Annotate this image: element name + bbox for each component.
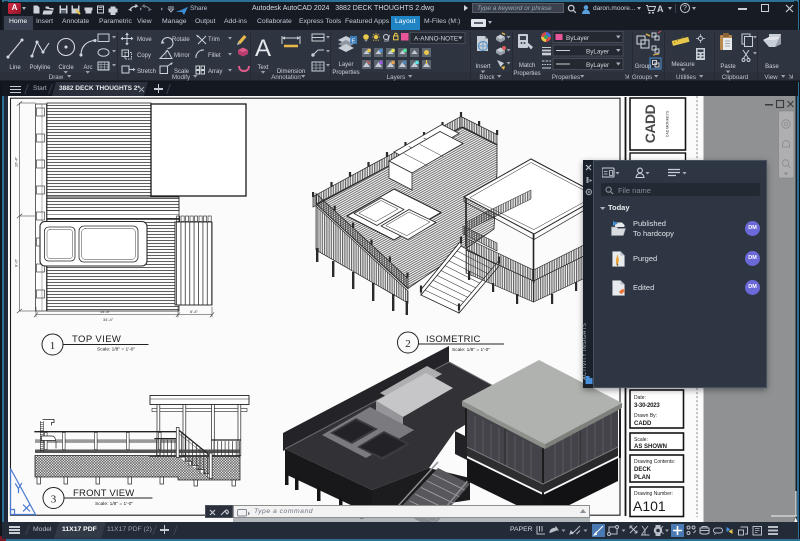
svg-text:Stretch: Stretch bbox=[137, 69, 156, 75]
svg-text:Insert: Insert bbox=[475, 64, 490, 70]
svg-text:Layer: Layer bbox=[338, 62, 353, 68]
svg-text:34'-4": 34'-4" bbox=[103, 317, 114, 322]
svg-text:Utilities: Utilities bbox=[676, 74, 696, 81]
svg-text:14'-8": 14'-8" bbox=[100, 309, 111, 314]
svg-text:Trim: Trim bbox=[208, 37, 220, 43]
svg-text:Properties: Properties bbox=[552, 74, 580, 81]
svg-text:Rotate: Rotate bbox=[172, 37, 190, 43]
svg-text:Scale: 1/8" = 1'-0": Scale: 1/8" = 1'-0" bbox=[95, 501, 133, 507]
svg-text:Measure: Measure bbox=[671, 62, 695, 68]
svg-text:PLAN: PLAN bbox=[634, 475, 650, 481]
svg-text:Dimension: Dimension bbox=[277, 69, 305, 75]
svg-text:3: 3 bbox=[51, 494, 57, 506]
svg-text:CADD: CADD bbox=[634, 421, 652, 427]
svg-text:A-ANNO-NOTE: A-ANNO-NOTE bbox=[414, 36, 458, 43]
svg-text:16'-4": 16'-4" bbox=[14, 156, 19, 167]
svg-text:Match: Match bbox=[519, 63, 535, 69]
svg-text:Scale: Scale bbox=[174, 69, 190, 75]
svg-text:Date:: Date: bbox=[634, 395, 646, 401]
svg-text:Copy: Copy bbox=[137, 53, 151, 59]
svg-text:CAD MONKEYS: CAD MONKEYS bbox=[666, 110, 670, 137]
svg-text:ByLayer: ByLayer bbox=[586, 62, 609, 69]
svg-text:Mirror: Mirror bbox=[174, 53, 190, 59]
svg-text:A: A bbox=[255, 35, 271, 62]
svg-text:Scale: 1/8" = 1'-0": Scale: 1/8" = 1'-0" bbox=[97, 347, 135, 353]
svg-text:Array: Array bbox=[208, 69, 222, 75]
svg-text:Move: Move bbox=[137, 37, 152, 43]
svg-text:Layers: Layers bbox=[387, 74, 406, 81]
svg-text:Annotation: Annotation bbox=[271, 74, 301, 81]
svg-text:ByLayer: ByLayer bbox=[586, 49, 609, 56]
svg-text:6'-4": 6'-4" bbox=[190, 309, 199, 314]
svg-text:Base: Base bbox=[765, 64, 779, 70]
svg-text:3-30-2023: 3-30-2023 bbox=[634, 403, 660, 409]
svg-text:2: 2 bbox=[405, 338, 411, 350]
svg-text:View: View bbox=[764, 74, 778, 81]
svg-text:Drawing Contents:: Drawing Contents: bbox=[634, 459, 675, 465]
svg-text:Drawn By:: Drawn By: bbox=[634, 413, 657, 419]
svg-text:Block: Block bbox=[479, 74, 495, 81]
svg-text:CADD: CADD bbox=[642, 104, 658, 143]
svg-text:Drawing Number:: Drawing Number: bbox=[634, 491, 673, 497]
svg-text:FRONT VIEW: FRONT VIEW bbox=[73, 488, 134, 499]
svg-text:A101: A101 bbox=[633, 498, 666, 514]
svg-text:Properties: Properties bbox=[513, 71, 540, 77]
svg-text:Properties: Properties bbox=[332, 70, 359, 76]
svg-text:9'-0": 9'-0" bbox=[14, 258, 19, 267]
svg-text:ByLayer: ByLayer bbox=[566, 35, 589, 42]
svg-text:Fillet: Fillet bbox=[208, 53, 221, 59]
svg-text:1: 1 bbox=[50, 340, 56, 352]
svg-text:Text: Text bbox=[257, 65, 268, 71]
svg-text:ISOMETRIC: ISOMETRIC bbox=[426, 334, 481, 345]
svg-text:AS SHOWN: AS SHOWN bbox=[634, 444, 667, 450]
svg-text:Modify: Modify bbox=[172, 74, 191, 81]
svg-text:Clipboard: Clipboard bbox=[722, 74, 749, 81]
svg-text:Circle: Circle bbox=[58, 65, 74, 71]
svg-text:Arc: Arc bbox=[84, 65, 93, 71]
svg-text:Scale: 1/8" = 1'-0": Scale: 1/8" = 1'-0" bbox=[452, 347, 490, 353]
svg-text:Line: Line bbox=[9, 65, 21, 71]
svg-text:Draw: Draw bbox=[49, 74, 64, 81]
svg-text:DECK: DECK bbox=[634, 467, 652, 473]
svg-text:Polyline: Polyline bbox=[29, 65, 51, 71]
svg-text:Groups: Groups bbox=[632, 74, 652, 81]
svg-text:TOP VIEW: TOP VIEW bbox=[72, 334, 121, 345]
svg-text:Paste: Paste bbox=[720, 64, 736, 70]
svg-text:Group: Group bbox=[635, 64, 652, 70]
svg-text:Scale:: Scale: bbox=[634, 437, 648, 443]
